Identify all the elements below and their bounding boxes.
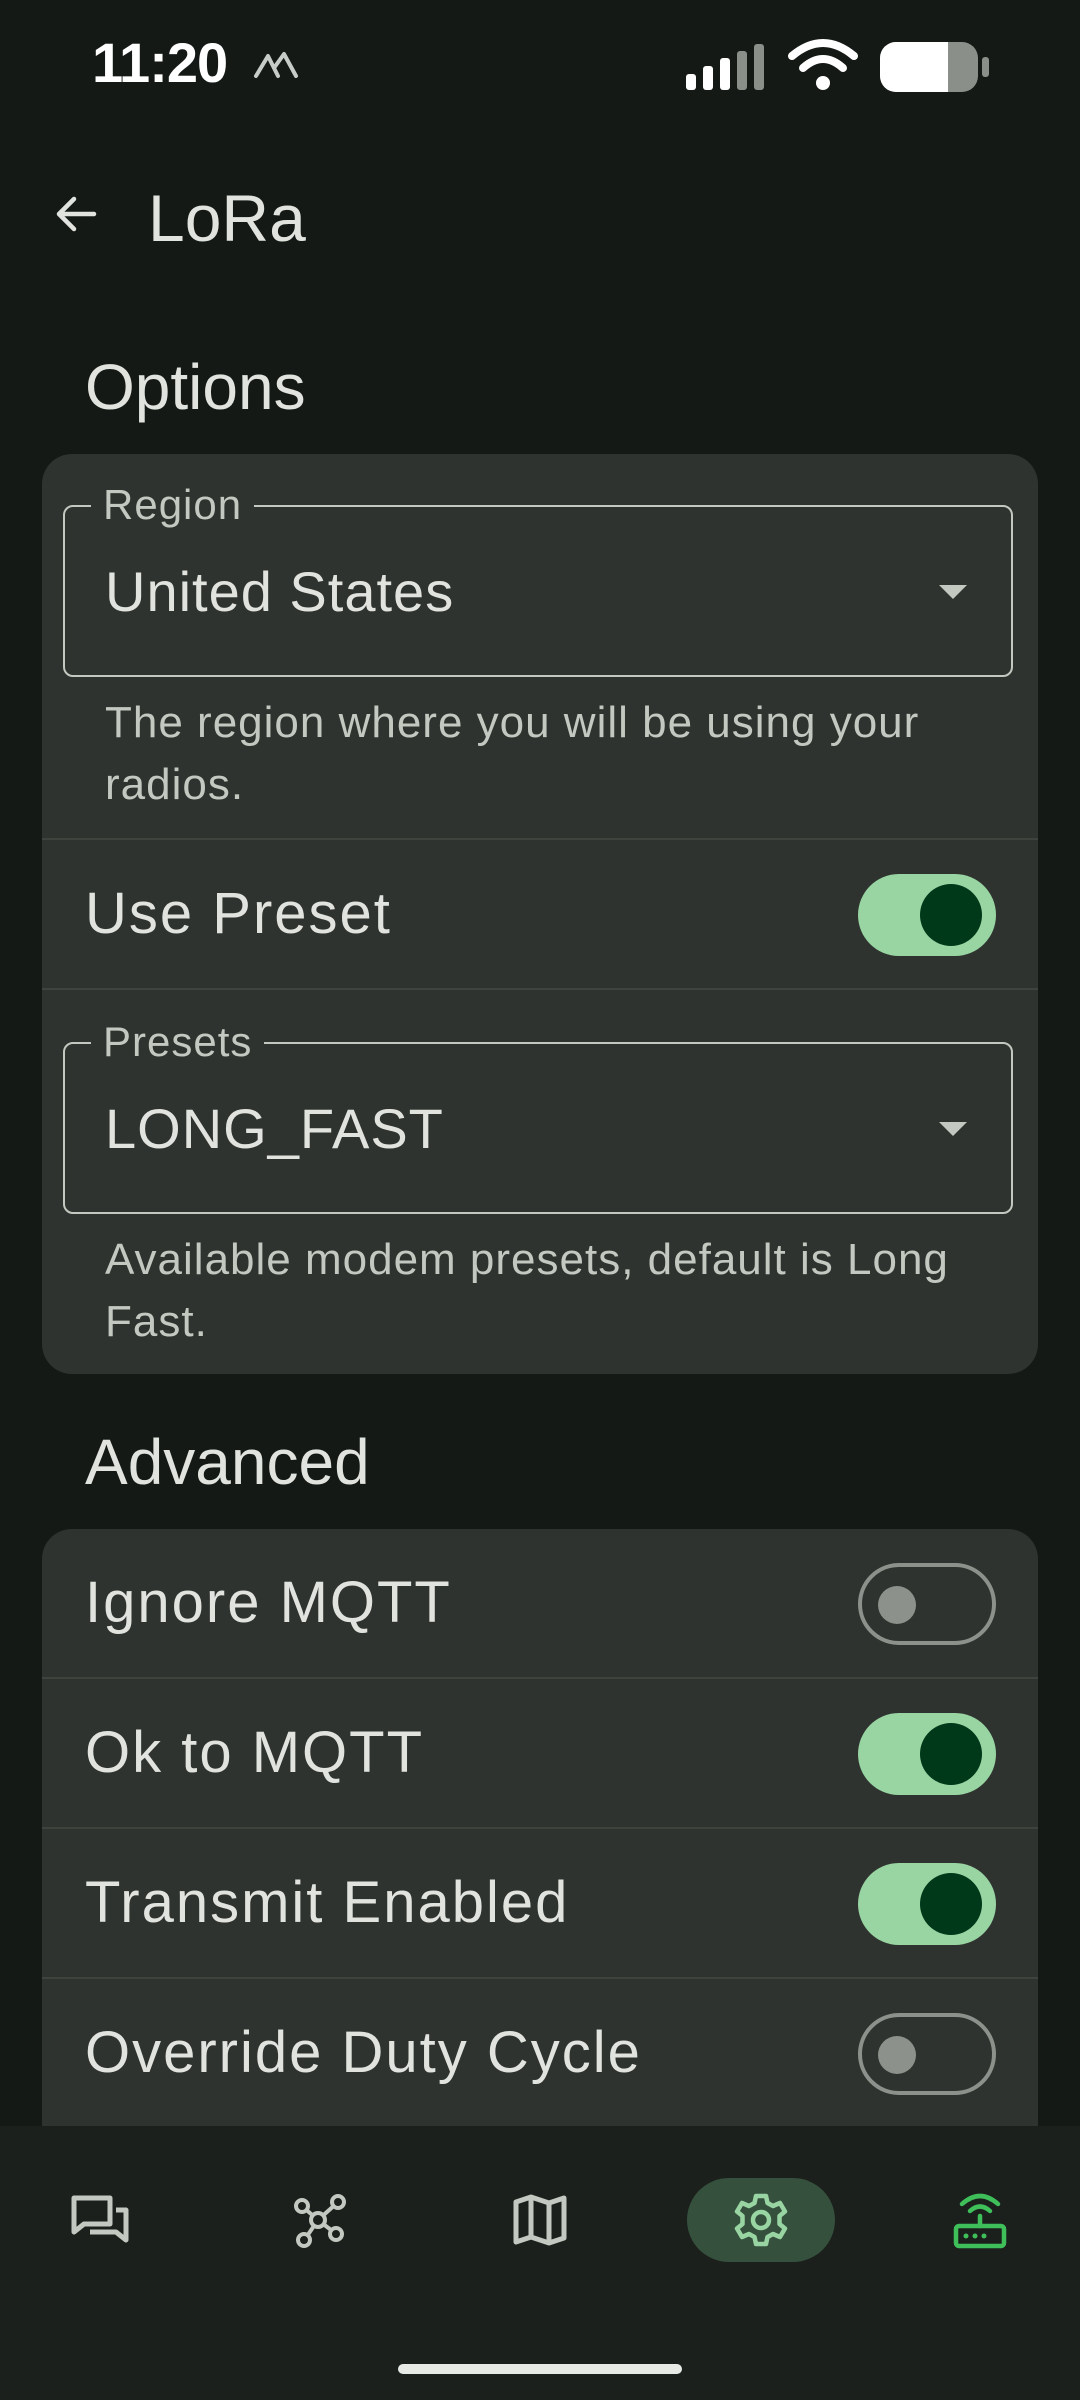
region-dropdown[interactable]: Region United States: [63, 479, 1013, 677]
ignore-mqtt-switch[interactable]: [858, 1563, 996, 1645]
dropdown-arrow-icon: [939, 585, 967, 599]
region-label: Region: [91, 479, 255, 531]
use-preset-row[interactable]: Use Preset: [42, 840, 1038, 988]
ok-to-mqtt-label: Ok to MQTT: [85, 1720, 424, 1785]
status-time: 11:20: [92, 31, 228, 94]
switch-thumb: [878, 1586, 916, 1624]
battery-icon: [880, 42, 989, 92]
notification-icon: [254, 52, 298, 78]
dropdown-arrow-icon: [939, 1122, 967, 1136]
transmit-enabled-row[interactable]: Transmit Enabled: [42, 1829, 1038, 1977]
nav-item-messages[interactable]: [26, 2178, 174, 2262]
options-card: Region United States The region where yo…: [42, 454, 1038, 1374]
top-app-bar: LoRa: [0, 160, 1080, 270]
ok-to-mqtt-row[interactable]: Ok to MQTT: [42, 1679, 1038, 1827]
region-helper-text: The region where you will be using your …: [105, 698, 920, 809]
settings-icon: [734, 2193, 788, 2247]
presets-dropdown[interactable]: Presets LONG_FAST: [63, 1016, 1013, 1214]
switch-thumb: [920, 1723, 982, 1785]
presets-value: LONG_FAST: [105, 1097, 444, 1160]
bottom-navigation-bar: [0, 2126, 1080, 2400]
messages-icon: [71, 2195, 129, 2243]
presets-helper-text: Available modem presets, default is Long…: [105, 1235, 949, 1346]
divider: [42, 988, 1038, 990]
transmit-enabled-switch[interactable]: [858, 1863, 996, 1945]
wifi-icon: [788, 39, 858, 90]
transmit-enabled-label: Transmit Enabled: [85, 1870, 570, 1935]
back-button[interactable]: [34, 172, 118, 256]
nav-item-nodes[interactable]: [246, 2178, 394, 2262]
options-section-header: Options: [85, 351, 306, 423]
nav-item-settings[interactable]: [687, 2178, 835, 2262]
switch-thumb: [920, 884, 982, 946]
router-icon: [953, 2193, 1007, 2249]
nav-item-connections[interactable]: [906, 2178, 1054, 2262]
use-preset-switch[interactable]: [858, 874, 996, 956]
map-icon: [513, 2194, 567, 2246]
ignore-mqtt-label: Ignore MQTT: [85, 1570, 452, 1635]
presets-label: Presets: [91, 1016, 265, 1068]
override-duty-cycle-switch[interactable]: [858, 2013, 996, 2095]
arrow-back-icon: [56, 196, 97, 232]
status-bar: 11:20: [0, 0, 1080, 130]
override-duty-cycle-label: Override Duty Cycle: [85, 2020, 642, 2085]
use-preset-label: Use Preset: [85, 881, 392, 946]
ok-to-mqtt-switch[interactable]: [858, 1713, 996, 1795]
advanced-card: Ignore MQTT Ok to MQTT Transmit Enabled …: [42, 1529, 1038, 2189]
home-indicator[interactable]: [398, 2364, 682, 2374]
nav-item-map[interactable]: [466, 2178, 614, 2262]
nodes-icon: [294, 2194, 346, 2248]
region-value: United States: [105, 560, 455, 623]
signal-icon: [686, 44, 764, 90]
advanced-section-header: Advanced: [85, 1426, 370, 1498]
switch-thumb: [878, 2036, 916, 2074]
ignore-mqtt-row[interactable]: Ignore MQTT: [42, 1529, 1038, 1677]
page-title: LoRa: [148, 181, 306, 255]
override-duty-cycle-row[interactable]: Override Duty Cycle: [42, 1979, 1038, 2127]
switch-thumb: [920, 1873, 982, 1935]
